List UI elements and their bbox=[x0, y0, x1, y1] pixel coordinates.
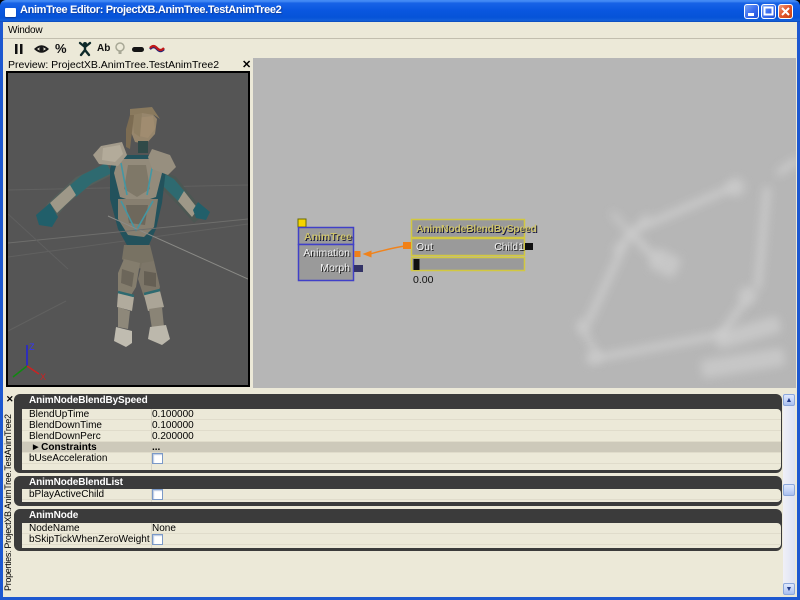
svg-text:Child1: Child1 bbox=[494, 241, 524, 253]
svg-text:X: X bbox=[40, 372, 46, 382]
svg-text:0.00: 0.00 bbox=[413, 274, 434, 286]
svg-text:%: % bbox=[55, 41, 67, 56]
svg-text:AnimTree: AnimTree bbox=[304, 231, 352, 243]
svg-text:Out: Out bbox=[416, 241, 433, 253]
svg-text:Animation: Animation bbox=[303, 247, 350, 259]
svg-text:Morph: Morph bbox=[320, 262, 350, 274]
svg-text:AnimNodeBlendBySpeed: AnimNodeBlendBySpeed bbox=[416, 223, 537, 235]
svg-text:Z: Z bbox=[29, 342, 35, 352]
svg-text:Ab: Ab bbox=[97, 43, 110, 54]
